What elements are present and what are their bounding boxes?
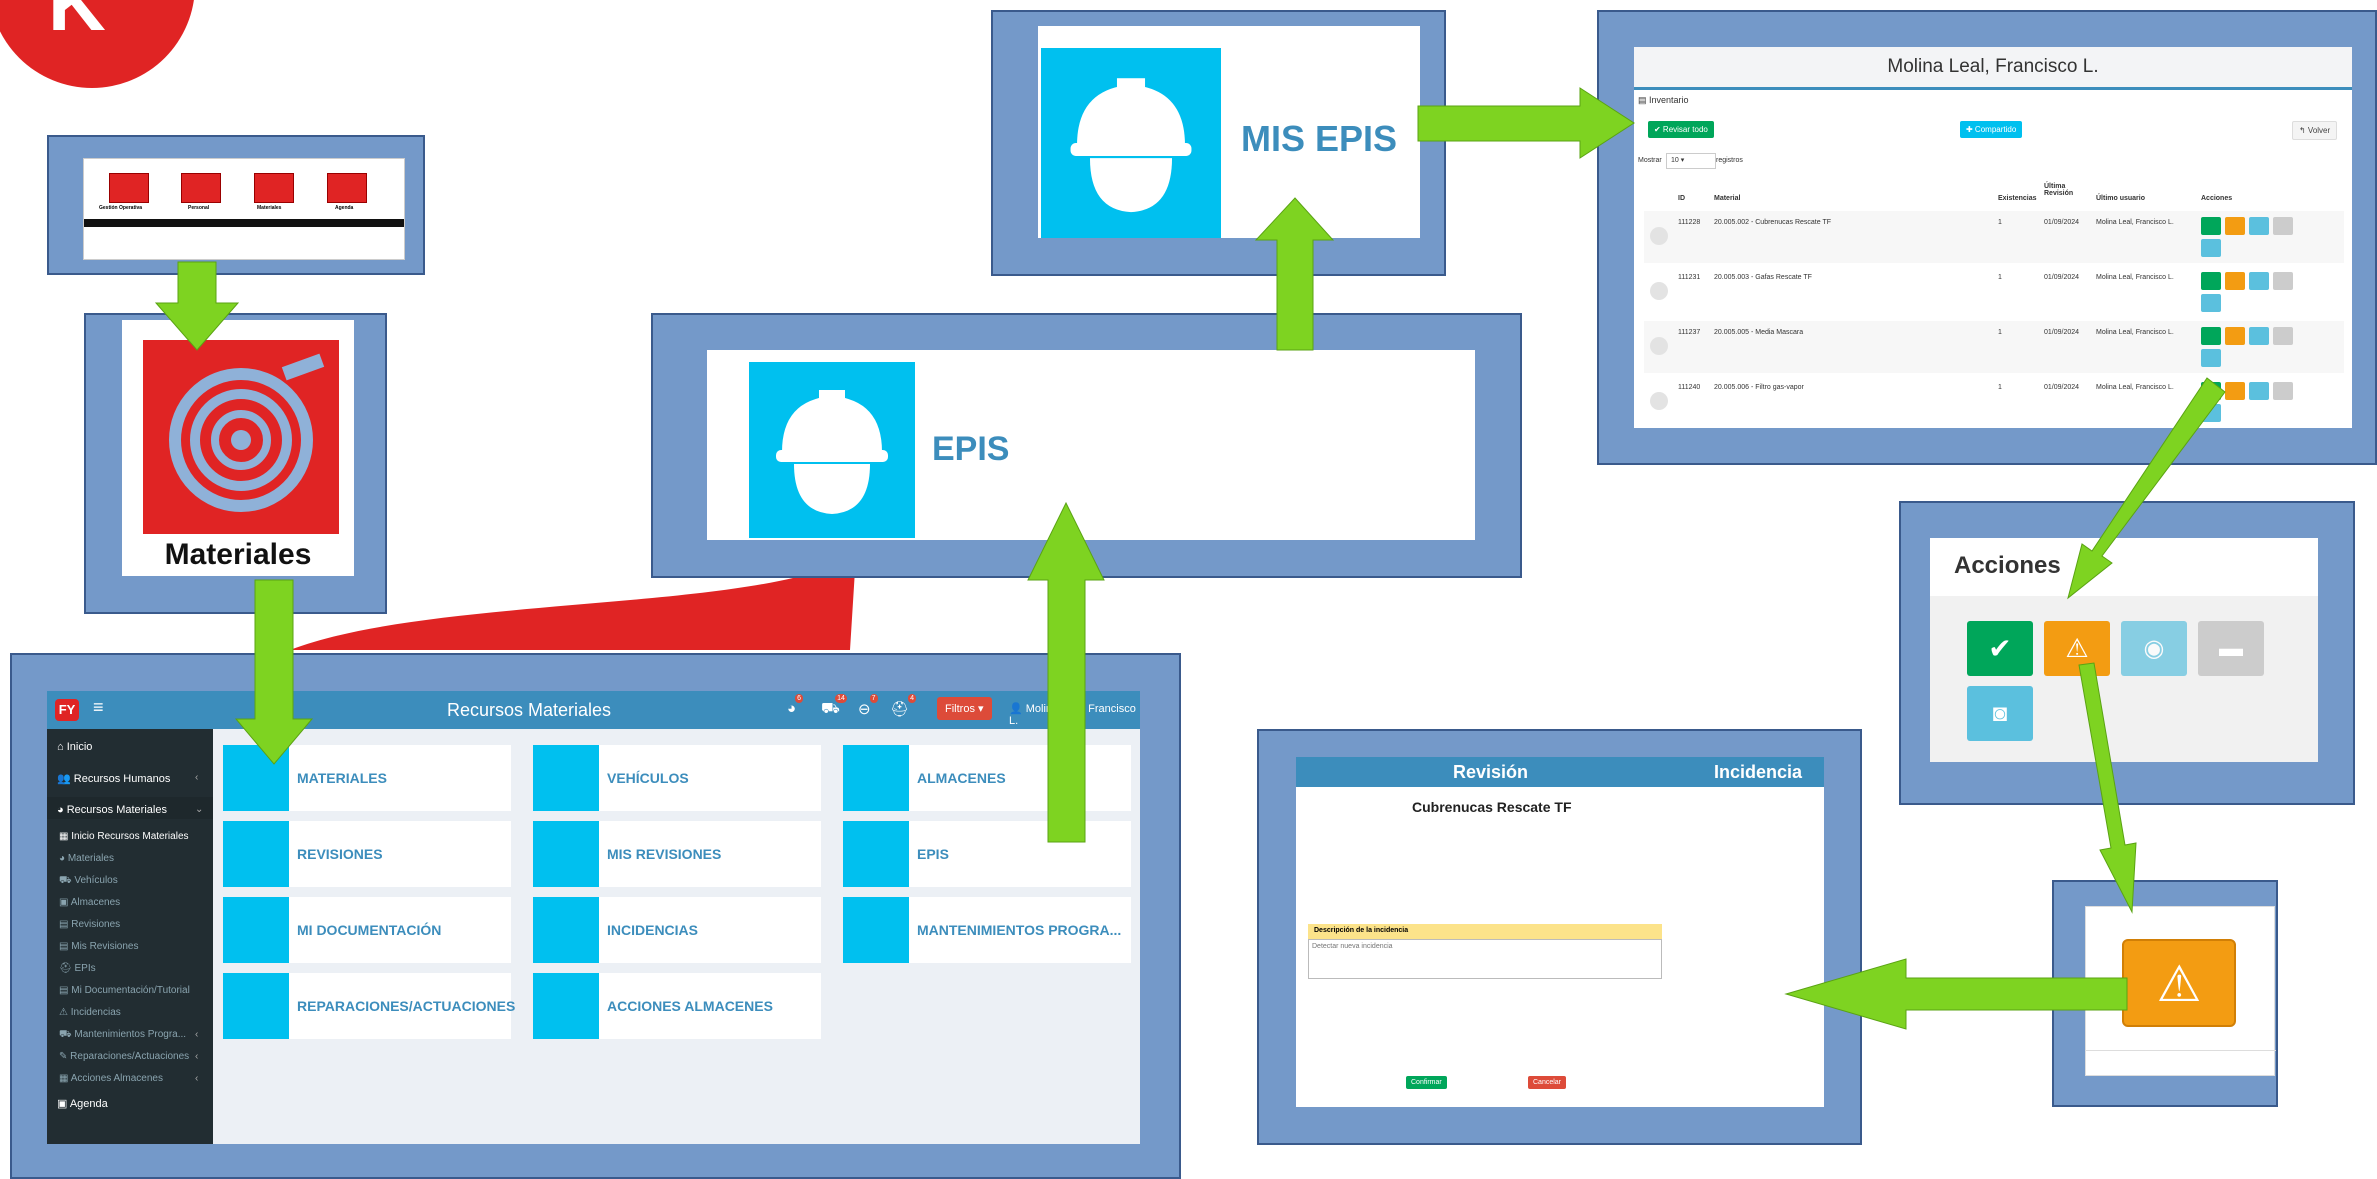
arrow-down [2078,662,2137,914]
arrow-diagonal [2067,377,2226,600]
flow-arrows [154,87,2226,1030]
arrow-down [234,579,314,765]
arrow-up [1254,197,1335,351]
arrow-down [154,261,240,351]
arrow-left [1784,958,2128,1030]
arrow-up [1027,501,1105,843]
arrow-right [1417,87,1635,159]
